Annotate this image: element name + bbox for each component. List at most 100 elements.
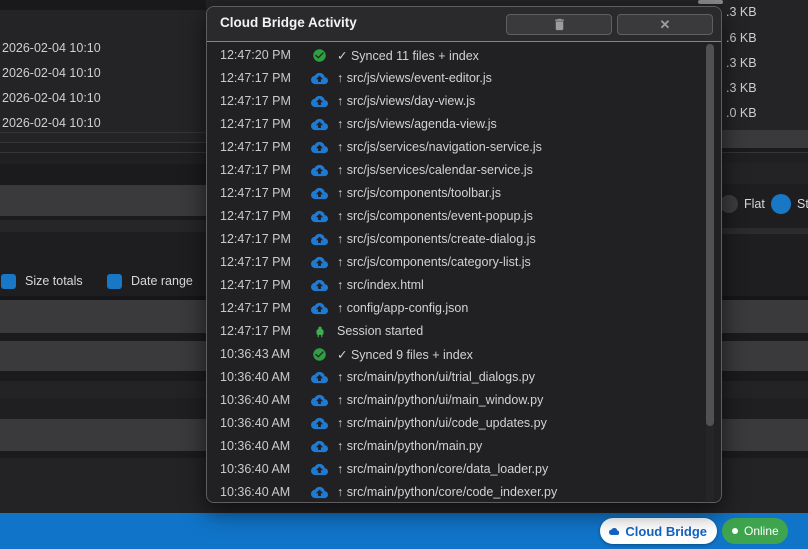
log-message: ↑ src/js/views/event-editor.js (337, 71, 492, 85)
file-date-cell: 2026-02-04 10:10 (2, 41, 101, 55)
log-timestamp: 10:36:40 AM (220, 439, 291, 453)
cloud-bridge-activity-dialog: Cloud Bridge Activity ✕ 12:47:20 PM ✓ Syn… (206, 6, 722, 503)
file-date-cell: 2026-02-04 10:10 (2, 91, 101, 105)
background-panel-band (0, 185, 206, 216)
log-message: ↑ src/main/python/core/data_loader.py (337, 462, 549, 476)
log-timestamp: 10:36:43 AM (220, 347, 291, 361)
dialog-title: Cloud Bridge Activity (220, 15, 357, 30)
log-timestamp: 12:47:17 PM (220, 255, 291, 269)
log-row: 10:36:40 AM ↑ src/main/python/ui/trial_di… (207, 366, 721, 389)
log-row: 12:47:17 PM ↑ src/js/views/day-view.js (207, 90, 721, 113)
background-stripe (722, 153, 808, 163)
upload-icon (311, 116, 328, 133)
log-timestamp: 12:47:17 PM (220, 71, 291, 85)
log-message: ↑ src/js/components/toolbar.js (337, 186, 501, 200)
log-row: 12:47:17 PM ↑ src/js/components/category-… (207, 251, 721, 274)
cloud-bridge-button[interactable]: Cloud Bridge (600, 518, 717, 544)
trash-icon (554, 18, 564, 31)
structured-radio-button[interactable] (771, 194, 791, 214)
log-message: ↑ src/main/python/ui/trial_dialogs.py (337, 370, 536, 384)
upload-icon (311, 185, 328, 202)
window-scrollbar-fragment[interactable] (698, 0, 723, 4)
close-icon: ✕ (659, 17, 671, 32)
background-stripe (0, 133, 206, 142)
log-row: 12:47:17 PM ↑ config/app-config.json (207, 297, 721, 320)
file-date-cell: 2026-02-04 10:10 (2, 66, 101, 80)
upload-icon (311, 369, 328, 386)
checkbox-label: Date range (131, 274, 193, 288)
log-message: Session started (337, 324, 424, 338)
background-stripe (722, 163, 808, 184)
activity-log-list: 12:47:20 PM ✓ Synced 11 files + index 12:4… (207, 42, 721, 502)
flat-radio-button[interactable] (720, 195, 738, 213)
radio-label: St (797, 197, 808, 211)
online-dot-icon (732, 528, 738, 534)
log-timestamp: 10:36:40 AM (220, 485, 291, 499)
log-row: 12:47:17 PM ↑ src/js/components/event-pop… (207, 205, 721, 228)
upload-icon (311, 300, 328, 317)
file-size-cell: .6 KB (726, 31, 757, 45)
upload-icon (311, 70, 328, 87)
log-row: 10:36:40 AM ↑ src/main/python/core/data_l… (207, 458, 721, 481)
log-row: 12:47:17 PM ↑ src/js/views/event-editor.j… (207, 67, 721, 90)
background-stripe (0, 220, 206, 232)
log-timestamp: 12:47:17 PM (220, 94, 291, 108)
log-timestamp: 12:47:17 PM (220, 186, 291, 200)
status-bar: Cloud Bridge Online (0, 513, 808, 549)
log-message: ↑ src/js/services/calendar-service.js (337, 163, 533, 177)
close-dialog-button[interactable]: ✕ (617, 14, 713, 35)
file-size-cell: .3 KB (726, 5, 757, 19)
log-row: 12:47:17 PM ↑ src/js/services/calendar-se… (207, 159, 721, 182)
log-message: ↑ config/app-config.json (337, 301, 469, 315)
upload-icon (311, 484, 328, 501)
checkbox-label: Size totals (25, 274, 83, 288)
checkbox-checked-icon (1, 273, 16, 289)
upload-icon (311, 231, 328, 248)
file-size-cell: .0 KB (726, 106, 757, 120)
log-row: 12:47:17 PM Session started (207, 320, 721, 343)
upload-icon (311, 139, 328, 156)
log-message: ↑ src/main/python/ui/main_window.py (337, 393, 544, 407)
log-timestamp: 10:36:40 AM (220, 416, 291, 430)
clear-log-button[interactable] (506, 14, 612, 35)
log-timestamp: 12:47:17 PM (220, 140, 291, 154)
log-row: 10:36:40 AM ↑ src/main/python/main.py (207, 435, 721, 458)
success-icon (311, 346, 328, 363)
log-timestamp: 12:47:20 PM (220, 48, 291, 62)
log-message: ↑ src/main/python/core/code_indexer.py (337, 485, 558, 499)
background-panel-band (722, 130, 808, 148)
log-message: ↑ src/js/components/event-popup.js (337, 209, 533, 223)
log-row: 10:36:40 AM ↑ src/main/python/core/code_i… (207, 481, 721, 502)
log-row: 10:36:40 AM ↑ src/main/python/ui/main_win… (207, 389, 721, 412)
log-timestamp: 12:47:17 PM (220, 117, 291, 131)
log-row: 10:36:43 AM ✓ Synced 9 files + index (207, 343, 721, 366)
upload-icon (311, 162, 328, 179)
log-row: 12:47:17 PM ↑ src/js/views/agenda-view.js (207, 113, 721, 136)
online-status-badge[interactable]: Online (722, 518, 788, 544)
log-timestamp: 10:36:40 AM (220, 462, 291, 476)
log-message: ↑ src/js/components/create-dialog.js (337, 232, 536, 246)
dialog-scrollbar-thumb[interactable] (706, 44, 714, 426)
file-size-cell: .3 KB (726, 81, 757, 95)
log-timestamp: 10:36:40 AM (220, 393, 291, 407)
cloud-icon (609, 527, 620, 535)
upload-icon (311, 277, 328, 294)
dialog-header: Cloud Bridge Activity ✕ (207, 7, 721, 42)
log-message: ↑ src/js/components/category-list.js (337, 255, 531, 269)
log-timestamp: 12:47:17 PM (220, 278, 291, 292)
size-totals-checkbox[interactable]: Size totals (1, 272, 83, 290)
file-size-cell: .3 KB (726, 56, 757, 70)
background-stripe (0, 164, 206, 185)
log-message: ✓ Synced 11 files + index (337, 49, 479, 63)
log-message: ↑ src/index.html (337, 278, 424, 292)
log-timestamp: 12:47:17 PM (220, 209, 291, 223)
upload-icon (311, 415, 328, 432)
date-range-checkbox[interactable]: Date range (107, 272, 193, 290)
radio-label: Flat (744, 197, 765, 211)
log-timestamp: 10:36:40 AM (220, 370, 291, 384)
background-stripe (0, 143, 206, 152)
log-message: ✓ Synced 9 files + index (337, 348, 473, 362)
log-row: 12:47:17 PM ↑ src/js/components/create-di… (207, 228, 721, 251)
file-date-cell: 2026-02-04 10:10 (2, 116, 101, 130)
dialog-scrollbar-track[interactable] (706, 43, 714, 502)
